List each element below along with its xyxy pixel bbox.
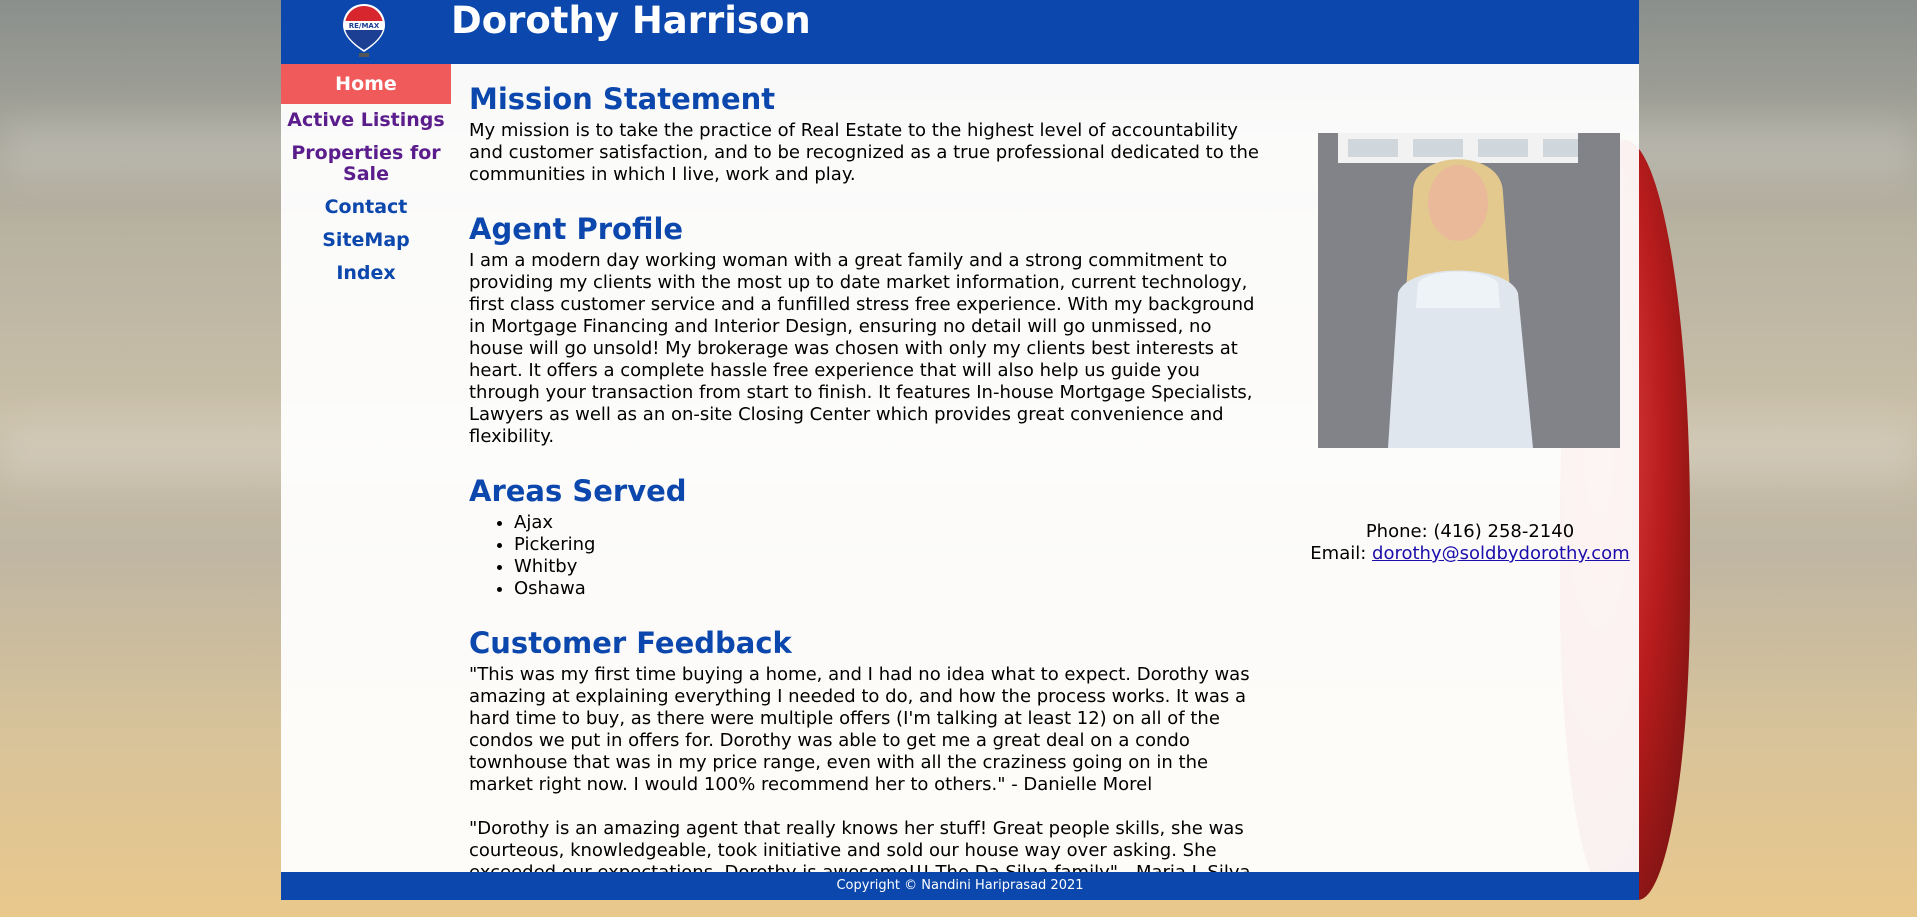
- feedback-quote: "This was my first time buying a home, a…: [469, 664, 1250, 795]
- list-item: Oshawa: [514, 578, 1269, 600]
- list-item: Ajax: [514, 512, 1269, 534]
- svg-text:RE/MAX: RE/MAX: [349, 22, 380, 30]
- email-link[interactable]: dorothy@soldbydorothy.com: [1372, 543, 1630, 564]
- list-item: Pickering: [514, 534, 1269, 556]
- phone-text: Phone: (416) 258-2140: [1365, 521, 1575, 542]
- nav-item-sitemap[interactable]: SiteMap: [281, 224, 451, 257]
- remax-balloon-logo-icon[interactable]: RE/MAX: [341, 2, 387, 58]
- nav-item-active-listings[interactable]: Active Listings: [281, 104, 451, 137]
- nav-item-home[interactable]: Home: [281, 64, 451, 104]
- email-label: Email:: [1310, 543, 1367, 564]
- copyright-text: Copyright © Nandini Hariprasad 2021: [836, 878, 1084, 893]
- site-header: RE/MAX Dorothy Harrison: [281, 0, 1639, 64]
- areas-heading: Areas Served: [469, 474, 687, 508]
- profile-text: I am a modern day working woman with a g…: [469, 250, 1255, 447]
- list-item: Whitby: [514, 556, 1269, 578]
- mission-heading: Mission Statement: [469, 82, 776, 116]
- mission-text: My mission is to take the practice of Re…: [469, 120, 1259, 185]
- areas-list: Ajax Pickering Whitby Oshawa: [469, 512, 1269, 600]
- site-footer: Copyright © Nandini Hariprasad 2021: [281, 872, 1639, 900]
- page-title: Dorothy Harrison: [451, 0, 811, 42]
- contact-info: Phone: (416) 258-2140 Email: dorothy@sol…: [1306, 521, 1634, 565]
- nav-item-index[interactable]: Index: [281, 257, 451, 290]
- sidebar-nav: Home Active Listings Properties for Sale…: [281, 64, 451, 290]
- nav-item-contact[interactable]: Contact: [281, 191, 451, 224]
- feedback-heading: Customer Feedback: [469, 626, 792, 660]
- main-content: Mission Statement My mission is to take …: [469, 78, 1269, 884]
- email-line: Email: dorothy@soldbydorothy.com: [1306, 543, 1634, 565]
- nav-item-properties-for-sale[interactable]: Properties for Sale: [281, 137, 451, 191]
- agent-photo: [1318, 133, 1620, 448]
- page-container: RE/MAX Dorothy Harrison Home Active List…: [281, 0, 1639, 900]
- profile-heading: Agent Profile: [469, 212, 684, 246]
